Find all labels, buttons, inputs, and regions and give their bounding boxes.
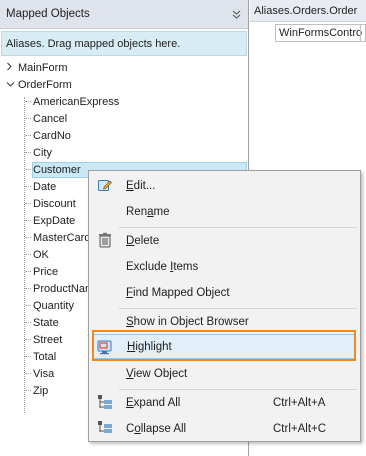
collapse-all-icon [96,420,114,436]
menu-item-label: Delete [126,234,160,247]
panel-header: Mapped Objects [0,0,248,29]
menu-item-label: Show in Object Browser [126,315,249,328]
collapse-arrow-icon[interactable] [6,80,15,90]
panel-title: Mapped Objects [6,8,90,20]
menu-item-view-object[interactable]: View Object [90,361,359,386]
editor-tab-label: Aliases.Orders.Order [254,4,358,17]
menu-item-label: Find Mapped Object [126,286,230,299]
menu-item-shortcut: Ctrl+Alt+C [273,422,327,435]
highlight-frame [92,330,356,361]
menu-item-label: Rename [126,205,170,218]
expand-all-icon [96,394,114,410]
menu-item-label: Expand All [126,396,181,409]
menu-item-label: View Object [126,367,188,380]
menu-item-find-mapped-object[interactable]: Find Mapped Object [90,280,359,305]
expand-arrow-icon[interactable] [6,62,14,73]
property-cell-edge [360,24,366,42]
menu-item-shortcut: Ctrl+Alt+A [273,396,326,409]
menu-item-rename[interactable]: Rename [90,199,359,224]
editor-tab[interactable]: Aliases.Orders.Order [250,0,366,22]
menu-item-label: Exclude Items [126,260,199,273]
edit-icon [96,177,114,193]
context-menu: Edit... Rename Delete Exclude Items Find… [88,170,361,442]
menu-item-label: Edit... [126,179,156,192]
tree-node-label: OrderForm [18,78,72,91]
menu-item-edit[interactable]: Edit... [90,173,359,198]
menu-item-collapse-all[interactable]: Collapse All Ctrl+Alt+C [90,416,359,441]
menu-item-label: Collapse All [126,422,187,435]
menu-item-exclude-items[interactable]: Exclude Items [90,254,359,279]
chevron-double-down-icon[interactable] [230,8,242,20]
trash-icon [96,232,114,248]
menu-item-expand-all[interactable]: Expand All Ctrl+Alt+A [90,390,359,415]
info-text: Aliases. Drag mapped objects here. [6,37,181,50]
property-cell[interactable]: WinFormsContro [275,24,366,42]
property-cell-text: WinFormsContro [279,27,363,39]
info-bar: Aliases. Drag mapped objects here. [1,31,247,56]
tree-connector [24,97,25,413]
tree-node-label: MainForm [18,61,68,74]
menu-item-delete[interactable]: Delete [90,228,359,253]
